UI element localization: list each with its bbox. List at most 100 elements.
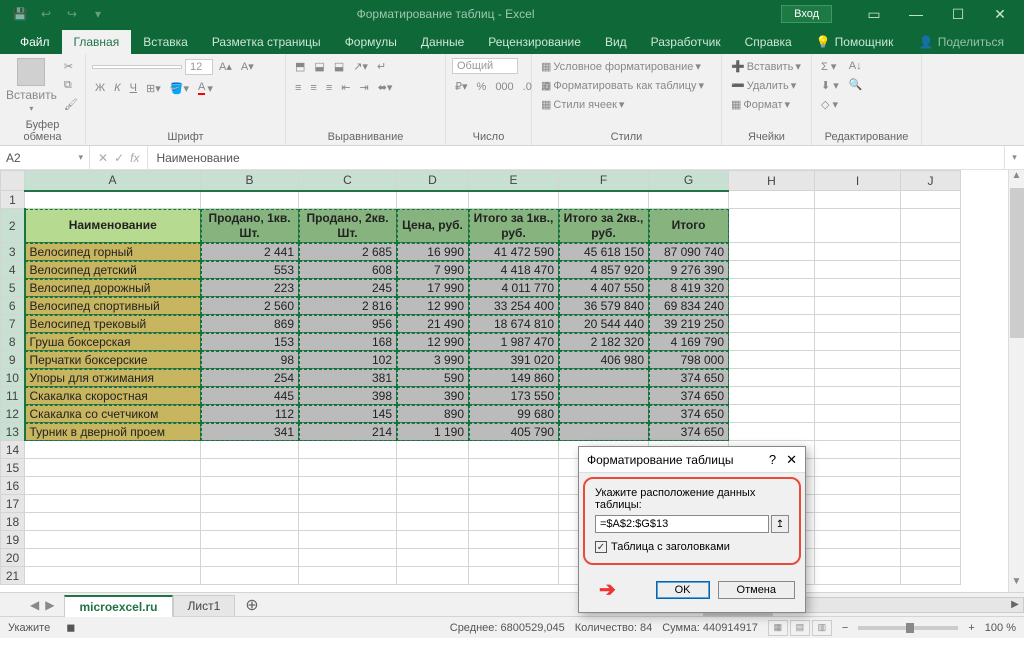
row-header[interactable]: 4 (1, 261, 25, 279)
sort-filter-button[interactable]: A↓ (846, 58, 866, 74)
dialog-help-icon[interactable]: ? (769, 452, 776, 468)
cell[interactable] (469, 441, 559, 459)
align-left-button[interactable]: ≡ (292, 80, 304, 96)
row-header[interactable]: 18 (1, 513, 25, 531)
cell[interactable] (815, 477, 901, 495)
ribbon-options-icon[interactable]: ▭ (854, 2, 894, 26)
row-header[interactable]: 14 (1, 441, 25, 459)
cell-name[interactable]: Велосипед детский (25, 261, 201, 279)
formula-bar-expand-icon[interactable]: ▾ (1004, 146, 1024, 169)
cell-value[interactable]: 4 169 790 (649, 333, 729, 351)
cell[interactable] (25, 549, 201, 567)
cell-value[interactable]: 12 990 (397, 297, 469, 315)
cell-value[interactable]: 69 834 240 (649, 297, 729, 315)
view-normal-icon[interactable]: ▦ (768, 620, 788, 636)
cell[interactable] (815, 567, 901, 585)
column-header[interactable]: B (201, 171, 299, 191)
fx-icon[interactable]: fx (130, 151, 139, 165)
cell[interactable] (397, 531, 469, 549)
cell[interactable] (397, 549, 469, 567)
cell[interactable] (649, 191, 729, 209)
tab-view[interactable]: Вид (593, 30, 639, 54)
cut-button[interactable]: ✂ (61, 58, 81, 75)
tab-page-layout[interactable]: Разметка страницы (200, 30, 333, 54)
font-color-button[interactable]: A▾ (195, 79, 216, 97)
cell[interactable] (397, 191, 469, 209)
number-format-combo[interactable]: Общий (452, 58, 518, 74)
cell[interactable] (901, 513, 961, 531)
cell[interactable] (729, 191, 815, 209)
cell-value[interactable]: 245 (299, 279, 397, 297)
cell-value[interactable]: 214 (299, 423, 397, 441)
cell-value[interactable]: 406 980 (559, 351, 649, 369)
cell[interactable] (469, 459, 559, 477)
row-header[interactable]: 12 (1, 405, 25, 423)
cell-value[interactable]: 17 990 (397, 279, 469, 297)
cell[interactable] (729, 351, 815, 369)
add-sheet-button[interactable]: ⊕ (235, 595, 268, 615)
cell[interactable] (25, 531, 201, 549)
cell[interactable] (815, 261, 901, 279)
column-header[interactable]: A (25, 171, 201, 191)
cell[interactable] (729, 315, 815, 333)
tab-assistant[interactable]: 💡Помощник (804, 30, 906, 54)
cell-name[interactable]: Груша боксерская (25, 333, 201, 351)
cell-value[interactable]: 956 (299, 315, 397, 333)
cell[interactable] (815, 369, 901, 387)
fill-color-button[interactable]: 🪣▾ (167, 80, 192, 97)
cell[interactable] (469, 531, 559, 549)
align-middle-button[interactable]: ⬓ (311, 58, 327, 75)
zoom-out-button[interactable]: − (842, 622, 848, 634)
cell-value[interactable]: 99 680 (469, 405, 559, 423)
clear-button[interactable]: ◇ ▾ (818, 96, 842, 113)
row-header[interactable]: 19 (1, 531, 25, 549)
conditional-formatting-button[interactable]: ▦Условное форматирование ▾ (538, 58, 704, 75)
cell-name[interactable]: Перчатки боксерские (25, 351, 201, 369)
cell-value[interactable]: 173 550 (469, 387, 559, 405)
headers-checkbox-row[interactable]: ✓ Таблица с заголовками (595, 541, 789, 553)
cell[interactable] (901, 279, 961, 297)
cell-value[interactable]: 41 472 590 (469, 243, 559, 261)
cell[interactable] (397, 477, 469, 495)
cell[interactable] (815, 405, 901, 423)
cell-value[interactable]: 9 276 390 (649, 261, 729, 279)
sheet-nav-prev-icon[interactable]: ◀ (30, 598, 39, 612)
fill-button[interactable]: ⬇ ▾ (818, 77, 842, 94)
cell-value[interactable]: 374 650 (649, 369, 729, 387)
cell-value[interactable]: 405 790 (469, 423, 559, 441)
cell[interactable] (299, 459, 397, 477)
copy-button[interactable]: ⧉ (61, 77, 81, 94)
row-header[interactable]: 16 (1, 477, 25, 495)
cell-value[interactable]: 381 (299, 369, 397, 387)
cell-name[interactable]: Велосипед дорожный (25, 279, 201, 297)
chevron-down-icon[interactable]: ▾ (78, 152, 83, 163)
cell-value[interactable]: 398 (299, 387, 397, 405)
cell[interactable] (25, 513, 201, 531)
zoom-in-button[interactable]: + (968, 622, 974, 634)
table-header-cell[interactable]: Цена, руб. (397, 209, 469, 243)
cell[interactable] (901, 549, 961, 567)
cell[interactable] (397, 567, 469, 585)
cell[interactable] (559, 191, 649, 209)
cell-value[interactable]: 149 860 (469, 369, 559, 387)
cancel-button[interactable]: Отмена (718, 581, 795, 599)
close-icon[interactable]: ✕ (980, 2, 1020, 26)
cell[interactable] (469, 191, 559, 209)
cell-name[interactable]: Велосипед спортивный (25, 297, 201, 315)
dialog-close-icon[interactable]: ✕ (786, 452, 797, 468)
cell-value[interactable] (559, 369, 649, 387)
align-top-button[interactable]: ⬒ (292, 58, 308, 75)
undo-icon[interactable]: ↩ (34, 4, 58, 24)
cell[interactable] (25, 477, 201, 495)
view-page-break-icon[interactable]: ▥ (812, 620, 832, 636)
cell-value[interactable]: 33 254 400 (469, 297, 559, 315)
cell-value[interactable]: 20 544 440 (559, 315, 649, 333)
percent-button[interactable]: % (474, 79, 490, 95)
cell[interactable] (299, 441, 397, 459)
table-header-cell[interactable]: Продано, 1кв. Шт. (201, 209, 299, 243)
qat-dropdown-icon[interactable]: ▾ (86, 4, 110, 24)
cell[interactable] (299, 477, 397, 495)
font-name-combo[interactable] (92, 65, 182, 69)
cell[interactable] (901, 191, 961, 209)
format-cells-button[interactable]: ▦ Формат ▾ (728, 96, 793, 113)
